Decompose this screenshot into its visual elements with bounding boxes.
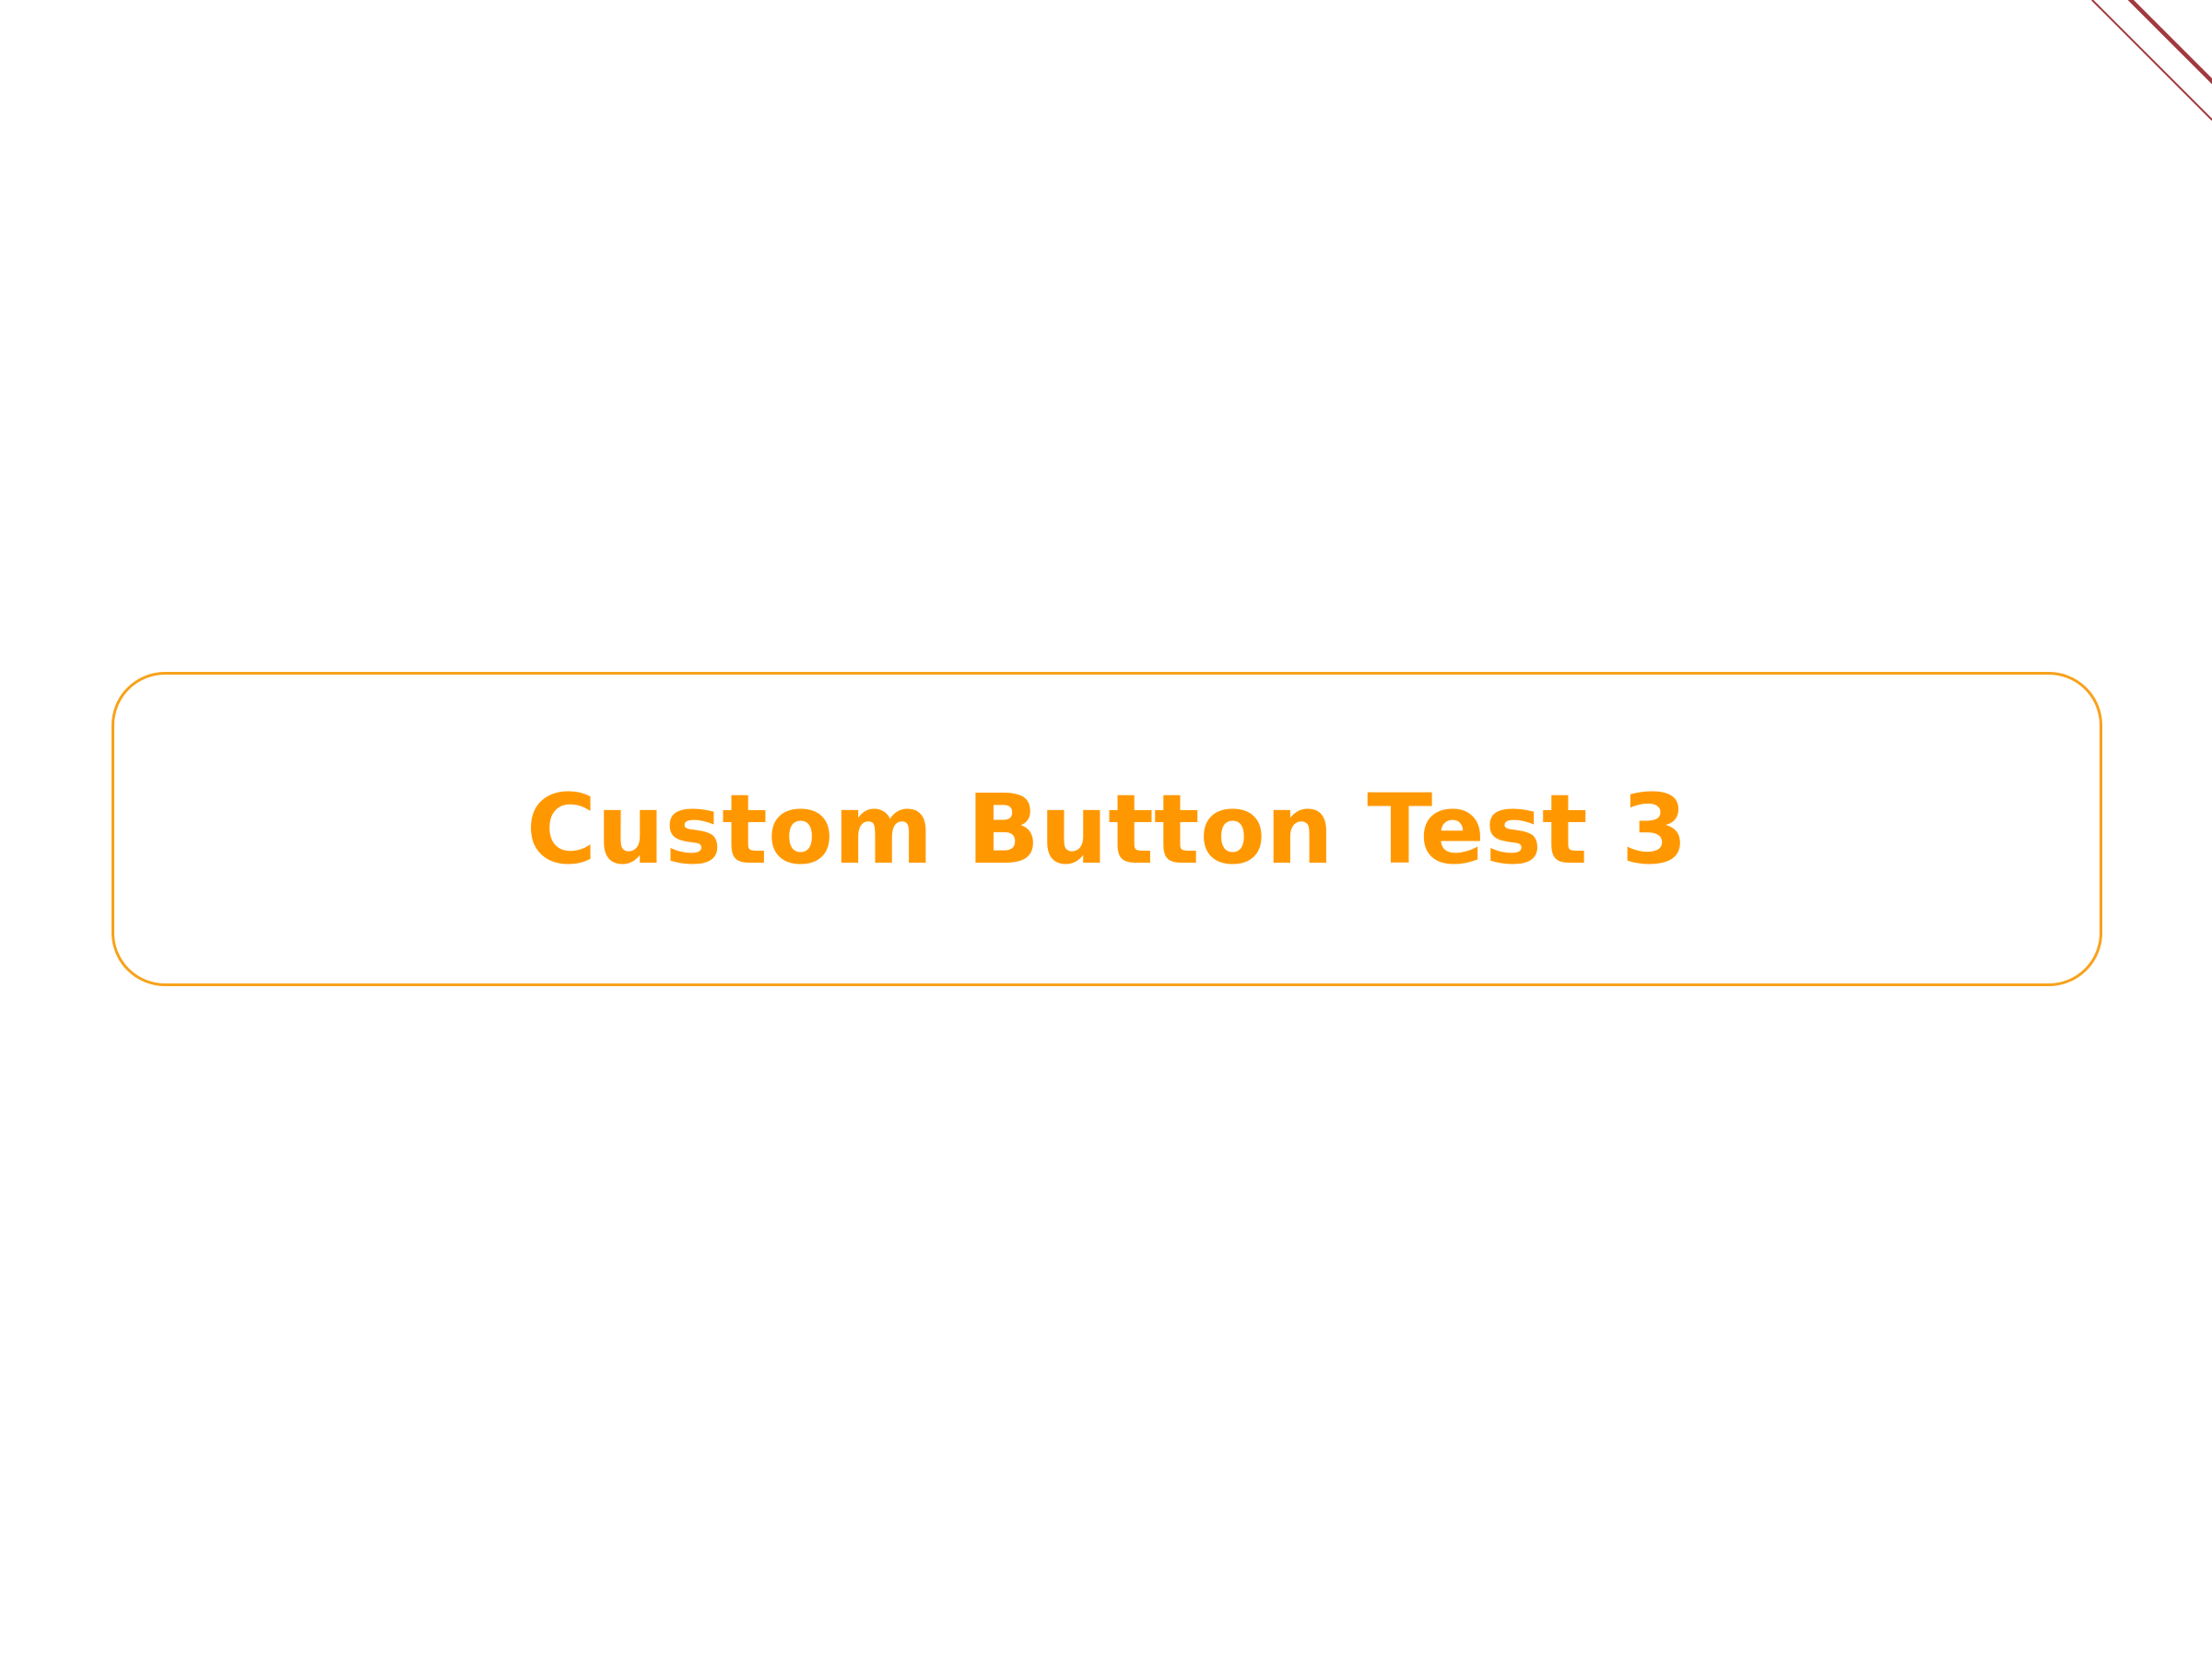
custom-button-label: Custom Button Test 3 [525,772,1688,886]
debug-ribbon-icon [2046,0,2212,166]
custom-button[interactable]: Custom Button Test 3 [112,672,2102,986]
app-screen: Custom Button Test 3 [0,0,2212,1659]
